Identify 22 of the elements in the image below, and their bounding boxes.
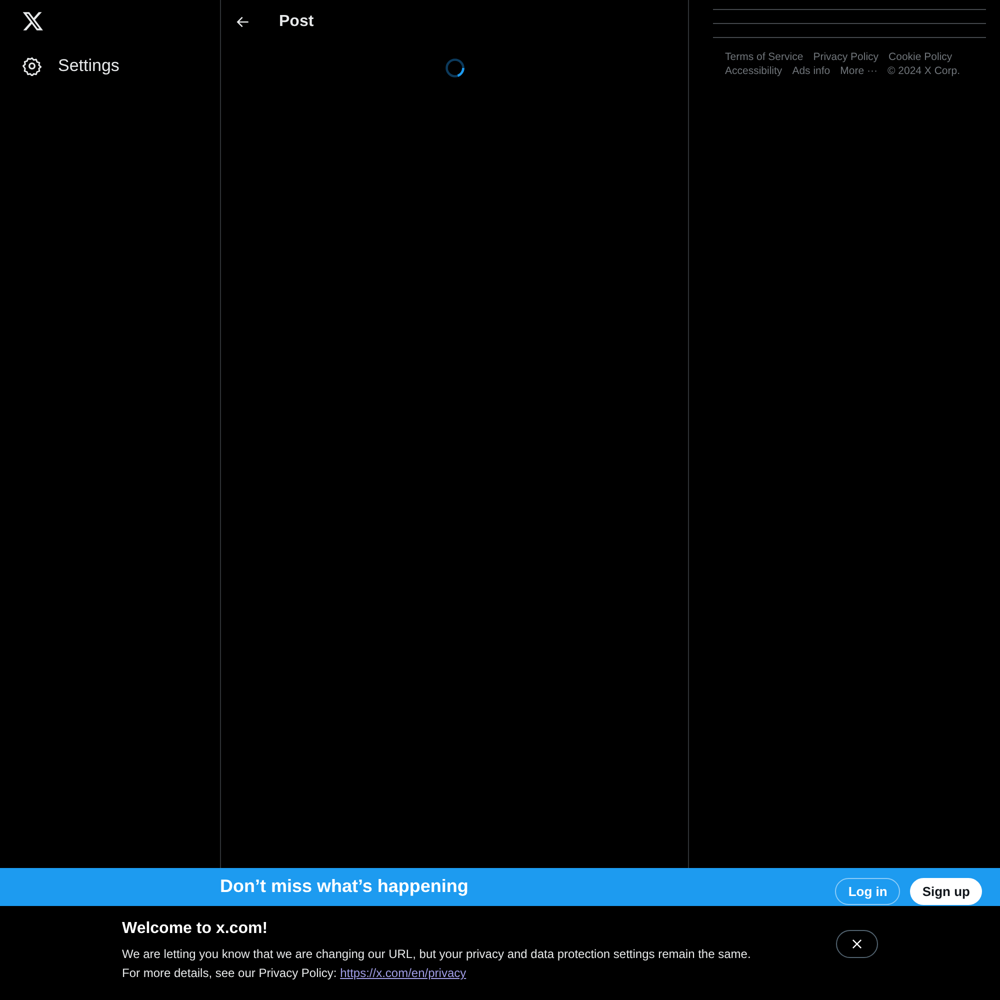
- loading-spinner-icon: [444, 57, 466, 79]
- signup-button[interactable]: Sign up: [910, 878, 982, 905]
- settings-icon: [22, 56, 42, 76]
- login-button[interactable]: Log in: [835, 878, 900, 905]
- settings-nav-item[interactable]: Settings: [22, 56, 120, 76]
- footer-link[interactable]: Privacy Policy: [813, 51, 879, 63]
- footer-link[interactable]: Accessibility: [725, 65, 782, 77]
- footer-link[interactable]: Ads info: [792, 65, 830, 77]
- x-logo-icon[interactable]: [22, 10, 44, 32]
- footer-link[interactable]: Cookie Policy: [888, 51, 952, 63]
- footer-link[interactable]: More ···: [840, 65, 878, 77]
- page-title: Post: [279, 13, 314, 31]
- close-button[interactable]: [836, 930, 878, 958]
- banner-title: Welcome to x.com!: [122, 920, 269, 938]
- copyright-text: © 2024 X Corp.: [887, 65, 960, 77]
- banner-text: For more details, see our Privacy Policy: https://x.com/en/privacy: [122, 966, 468, 980]
- footer-link[interactable]: Terms of Service: [725, 51, 804, 63]
- banner-text: We are letting you know that we are changing our URL, but your privacy and data protection settings remain the same.: [122, 947, 751, 961]
- close-icon: [850, 937, 864, 951]
- privacy-link[interactable]: https://x.com/en/privacy: [340, 966, 466, 980]
- back-arrow-icon[interactable]: [235, 14, 251, 30]
- signup-bar-title: Don’t miss what’s happening: [220, 876, 468, 898]
